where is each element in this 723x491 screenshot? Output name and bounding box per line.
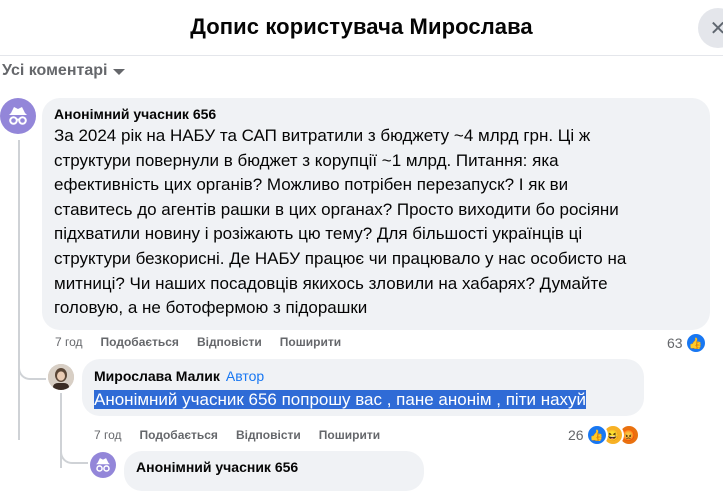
caret-down-icon	[113, 69, 126, 75]
thread-line	[18, 140, 20, 440]
dialog-header: Допис користувача Мирослава ✕	[0, 0, 723, 56]
comment-text-line: За 2024 рік на НАБУ та САП витратили з б…	[54, 126, 591, 145]
reaction-count: 26	[568, 427, 584, 443]
reply-actions: 7 год Подобається Відповісти Поширити	[94, 428, 398, 442]
reaction-count: 63	[667, 335, 683, 351]
comment-text-line: митниці? Чи наших посадовців якихось зло…	[54, 273, 608, 293]
comment-text-line: структури повернули в бюджет з корупції …	[54, 150, 559, 170]
reply-bubble: Анонімний учасник 656	[124, 451, 424, 491]
comment-sort-dropdown[interactable]: Усі коментарі	[2, 62, 126, 80]
reply-connector	[60, 448, 88, 464]
comment-text-line: структури безкорисні. Де НАБУ працює чи …	[54, 248, 627, 268]
avatar[interactable]	[90, 452, 116, 478]
incognito-icon	[96, 458, 110, 472]
reply-bubble: Мирослава Малик Автор Анонімний учасник 6…	[82, 359, 644, 416]
reply-time[interactable]: 7 год	[94, 428, 122, 442]
avatar[interactable]	[48, 364, 74, 390]
comment-text: За 2024 рік на НАБУ та САП витратили з б…	[54, 124, 698, 321]
like-icon: 👍	[585, 424, 608, 446]
reply-button[interactable]: Відповісти	[197, 335, 262, 349]
share-button[interactable]: Поширити	[280, 335, 341, 349]
reply-button[interactable]: Відповісти	[236, 428, 301, 442]
reaction-summary[interactable]: 63 👍	[667, 332, 707, 354]
comment-actions: 7 год Подобається Відповісти Поширити	[55, 335, 359, 349]
profile-photo-icon	[48, 364, 74, 390]
reaction-summary[interactable]: 26 👍 😆 😡	[568, 424, 640, 446]
comment-time[interactable]: 7 год	[55, 335, 83, 349]
close-icon: ✕	[709, 17, 723, 40]
share-button[interactable]: Поширити	[319, 428, 380, 442]
comment-author[interactable]: Анонімний учасник 656	[54, 106, 698, 122]
page-title: Допис користувача Мирослава	[190, 14, 533, 39]
comment-text-line: ставитесь до агентів рашки в цих органах…	[54, 199, 619, 219]
incognito-icon	[9, 107, 27, 125]
comment-bubble: Анонімний учасник 656 За 2024 рік на НАБ…	[42, 98, 710, 330]
reply-connector	[18, 360, 46, 380]
selected-text: Анонімний учасник 656 попрошу вас , пане…	[94, 390, 587, 409]
like-button[interactable]: Подобається	[140, 428, 218, 442]
comment-text-line: ефективність цих органів? Можливо потріб…	[54, 175, 569, 195]
reply-author[interactable]: Мирослава Малик	[94, 368, 220, 384]
like-button[interactable]: Подобається	[101, 335, 179, 349]
author-badge: Автор	[225, 368, 265, 384]
reply-text: Анонімний учасник 656 попрошу вас , пане…	[94, 388, 632, 412]
reply-author[interactable]: Анонімний учасник 656	[136, 459, 412, 475]
comment-text-line: підхватили новину і розіжають цю тему? Д…	[54, 224, 583, 244]
sort-label: Усі коментарі	[2, 62, 108, 79]
comment-text-line: головую, а не ботофермою з підорашки	[54, 298, 368, 318]
avatar[interactable]	[0, 98, 36, 134]
like-icon: 👍	[684, 332, 707, 354]
